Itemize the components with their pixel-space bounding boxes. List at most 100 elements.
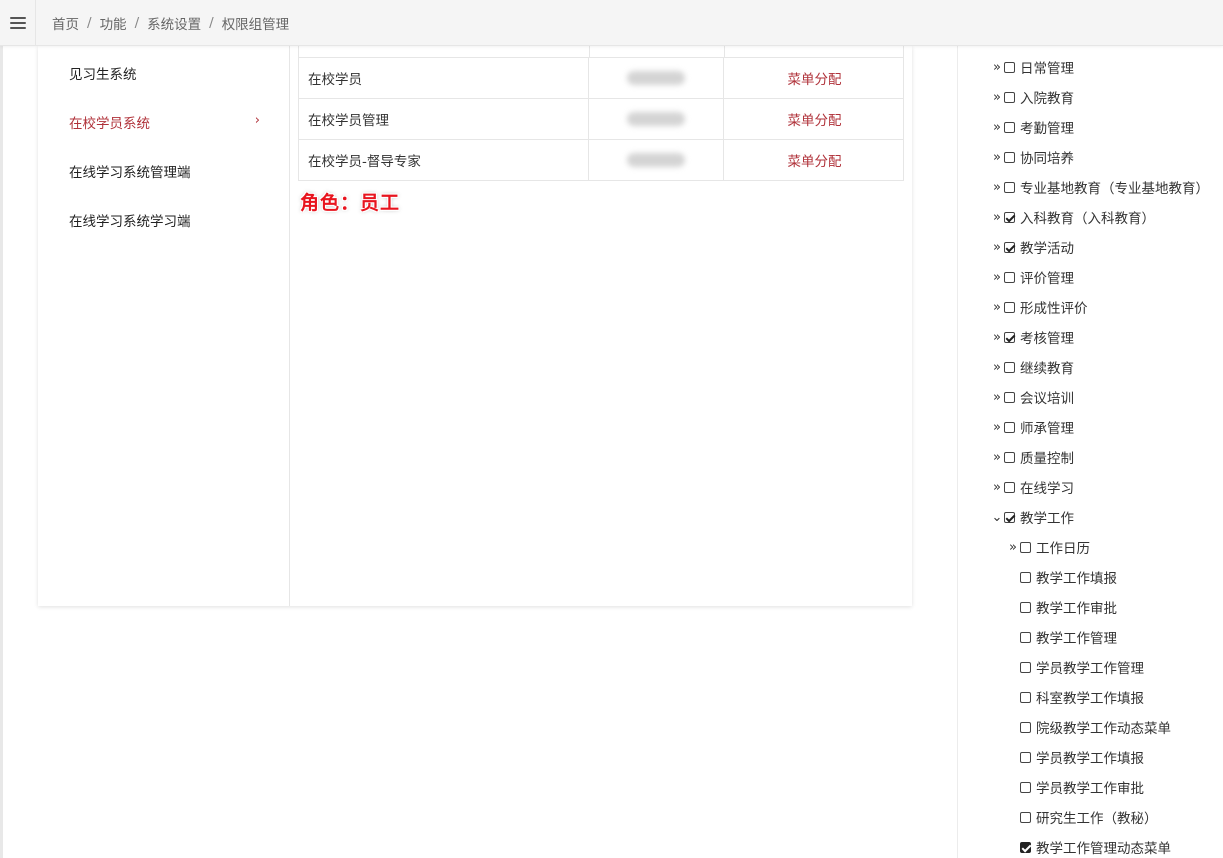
double-chevron-right-icon[interactable]: »: [991, 390, 1003, 405]
menu-tree-label: 形成性评价: [1020, 301, 1088, 317]
menu-tree-label: 学员教学工作填报: [1036, 751, 1144, 767]
breadcrumb-home[interactable]: 首页: [52, 13, 79, 33]
menu-tree-label: 科室教学工作填报: [1036, 691, 1144, 707]
menu-tree-item[interactable]: 研究生工作（教秘）: [1007, 802, 1158, 832]
double-chevron-right-icon[interactable]: »: [991, 180, 1003, 195]
menu-tree-item[interactable]: » 评价管理: [991, 262, 1074, 292]
menu-tree-item[interactable]: 院级教学工作动态菜单: [1007, 712, 1171, 742]
double-chevron-right-icon[interactable]: »: [991, 360, 1003, 375]
menu-checkbox[interactable]: [1004, 361, 1015, 373]
breadcrumb-settings[interactable]: 系统设置: [147, 13, 201, 33]
double-chevron-right-icon[interactable]: »: [991, 210, 1003, 225]
menu-checkbox[interactable]: [1020, 571, 1031, 583]
menu-checkbox[interactable]: [1004, 271, 1015, 283]
menu-tree-item[interactable]: 教学工作填报: [1007, 562, 1117, 592]
menu-tree-item[interactable]: » 会议培训: [991, 382, 1074, 412]
menu-tree-item[interactable]: » 考核管理: [991, 322, 1074, 352]
menu-assign-link[interactable]: 菜单分配: [724, 140, 905, 180]
double-chevron-right-icon[interactable]: »: [991, 480, 1003, 495]
double-chevron-right-icon[interactable]: »: [1007, 540, 1019, 555]
breadcrumb: 首页 / 功能 / 系统设置 / 权限组管理: [52, 0, 289, 46]
menu-tree-item[interactable]: ⌄ 教学工作: [991, 502, 1074, 532]
menu-checkbox[interactable]: [1004, 211, 1015, 223]
menu-checkbox[interactable]: [1004, 481, 1015, 493]
menu-assign-link[interactable]: 菜单分配: [724, 58, 905, 98]
double-chevron-right-icon[interactable]: »: [991, 120, 1003, 135]
menu-checkbox[interactable]: [1020, 751, 1031, 763]
menu-checkbox[interactable]: [1004, 181, 1015, 193]
role-code-blurred: [589, 99, 724, 139]
menu-checkbox[interactable]: [1004, 91, 1015, 103]
double-chevron-right-icon[interactable]: »: [991, 420, 1003, 435]
menu-tree-item[interactable]: » 日常管理: [991, 52, 1074, 82]
system-item-label: 在线学习系统管理端: [69, 165, 191, 181]
menu-checkbox[interactable]: [1004, 331, 1015, 343]
menu-tree-item[interactable]: 教学工作审批: [1007, 592, 1117, 622]
double-chevron-right-icon[interactable]: »: [991, 270, 1003, 285]
menu-tree-label: 院级教学工作动态菜单: [1036, 721, 1171, 737]
table-row: 在校学员管理 菜单分配: [298, 99, 904, 140]
hamburger-menu-icon[interactable]: [0, 0, 36, 46]
menu-checkbox[interactable]: [1020, 541, 1031, 553]
menu-tree-item[interactable]: » 质量控制: [991, 442, 1074, 472]
double-chevron-right-icon[interactable]: »: [991, 450, 1003, 465]
breadcrumb-function[interactable]: 功能: [100, 13, 127, 33]
menu-tree-item[interactable]: » 教学活动: [991, 232, 1074, 262]
system-item-label: 见习生系统: [69, 67, 137, 83]
chevron-down-icon[interactable]: ⌄: [991, 510, 1003, 525]
menu-checkbox[interactable]: [1004, 241, 1015, 253]
menu-tree-item[interactable]: » 协同培养: [991, 142, 1074, 172]
system-list: 见习生系统 在校学员系统 › 在线学习系统管理端 在线学习系统学习端: [38, 46, 290, 606]
system-item-online-admin[interactable]: 在线学习系统管理端: [38, 151, 290, 191]
menu-tree-label: 会议培训: [1020, 391, 1074, 407]
menu-checkbox[interactable]: [1004, 511, 1015, 523]
page: 首页 / 功能 / 系统设置 / 权限组管理 见习生系统 在校学员系统 › 在线…: [0, 0, 1223, 858]
menu-checkbox[interactable]: [1004, 301, 1015, 313]
menu-assign-link[interactable]: 菜单分配: [724, 99, 905, 139]
system-item-label: 在校学员系统: [69, 116, 150, 132]
menu-checkbox[interactable]: [1020, 811, 1031, 823]
menu-tree-item[interactable]: » 在线学习: [991, 472, 1074, 502]
menu-checkbox[interactable]: [1020, 781, 1031, 793]
menu-checkbox[interactable]: [1020, 601, 1031, 613]
menu-tree-item[interactable]: 教学工作管理: [1007, 622, 1117, 652]
role-name: 在校学员管理: [299, 99, 589, 139]
menu-checkbox[interactable]: [1004, 121, 1015, 133]
menu-checkbox[interactable]: [1020, 631, 1031, 643]
menu-tree-item[interactable]: 学员教学工作管理: [1007, 652, 1144, 682]
menu-tree-item[interactable]: 学员教学工作填报: [1007, 742, 1144, 772]
double-chevron-right-icon[interactable]: »: [991, 240, 1003, 255]
double-chevron-right-icon[interactable]: »: [991, 60, 1003, 75]
menu-checkbox[interactable]: [1004, 151, 1015, 163]
menu-tree-item[interactable]: » 形成性评价: [991, 292, 1088, 322]
menu-checkbox[interactable]: [1004, 421, 1015, 433]
system-item-student[interactable]: 在校学员系统 ›: [38, 102, 290, 142]
menu-tree-item[interactable]: » 师承管理: [991, 412, 1074, 442]
menu-checkbox[interactable]: [1004, 391, 1015, 403]
permission-card: 见习生系统 在校学员系统 › 在线学习系统管理端 在线学习系统学习端 在校学员 …: [38, 46, 912, 606]
menu-checkbox[interactable]: [1020, 661, 1031, 673]
menu-tree-item[interactable]: 学员教学工作审批: [1007, 772, 1144, 802]
menu-checkbox[interactable]: [1004, 451, 1015, 463]
menu-tree-label: 专业基地教育（专业基地教育）: [1020, 181, 1209, 197]
double-chevron-right-icon[interactable]: »: [991, 90, 1003, 105]
menu-tree-item[interactable]: » 专业基地教育（专业基地教育）: [991, 172, 1209, 202]
menu-checkbox[interactable]: [1020, 691, 1031, 703]
double-chevron-right-icon[interactable]: »: [991, 330, 1003, 345]
menu-tree-label: 工作日历: [1036, 541, 1090, 557]
menu-tree-item[interactable]: » 考勤管理: [991, 112, 1074, 142]
menu-checkbox[interactable]: [1004, 61, 1015, 73]
menu-tree-item[interactable]: » 工作日历: [1007, 532, 1090, 562]
menu-checkbox[interactable]: [1020, 721, 1031, 733]
double-chevron-right-icon[interactable]: »: [991, 300, 1003, 315]
system-item-intern[interactable]: 见习生系统: [38, 53, 290, 93]
menu-tree-item[interactable]: » 入院教育: [991, 82, 1074, 112]
menu-tree-item[interactable]: » 继续教育: [991, 352, 1074, 382]
menu-tree-item[interactable]: 科室教学工作填报: [1007, 682, 1144, 712]
breadcrumb-separator: /: [134, 15, 140, 31]
double-chevron-right-icon[interactable]: »: [991, 150, 1003, 165]
system-item-online-learner[interactable]: 在线学习系统学习端: [38, 200, 290, 240]
menu-tree-item[interactable]: » 入科教育（入科教育）: [991, 202, 1155, 232]
menu-checkbox[interactable]: [1020, 841, 1031, 853]
menu-tree-item[interactable]: 教学工作管理动态菜单: [1007, 832, 1171, 858]
